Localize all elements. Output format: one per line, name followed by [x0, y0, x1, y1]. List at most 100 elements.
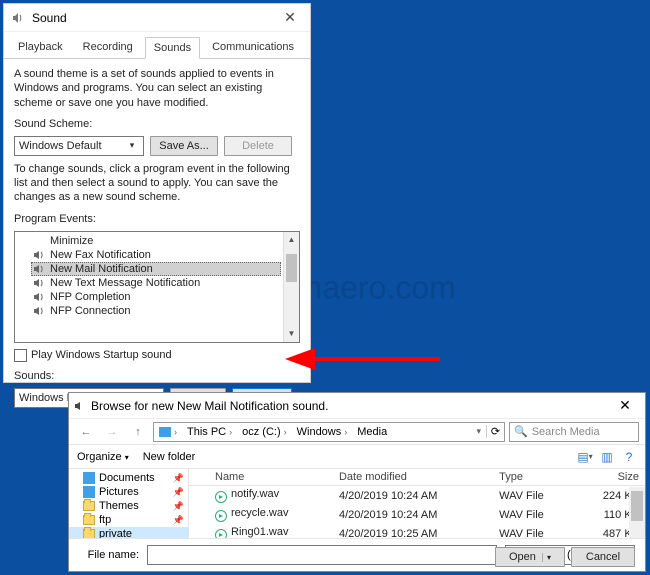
program-event-item[interactable]: New Fax Notification: [31, 248, 281, 262]
nav-back-button[interactable]: ←: [75, 421, 97, 443]
program-events-list[interactable]: Minimize New Fax Notification New Mail Not…: [14, 231, 300, 343]
program-event-label: New Mail Notification: [50, 263, 153, 275]
program-event-item[interactable]: NFP Completion: [31, 290, 281, 304]
scroll-up-icon[interactable]: ▲: [284, 232, 299, 248]
open-button[interactable]: Open ▾: [495, 547, 565, 567]
sound-change-hint: To change sounds, click a program event …: [14, 162, 300, 205]
nav-item[interactable]: Documents 📌: [69, 471, 188, 485]
nav-item-label: private: [99, 528, 132, 538]
scroll-thumb[interactable]: [631, 491, 643, 521]
filename-input[interactable]: [147, 545, 497, 565]
nav-item[interactable]: Themes 📌: [69, 499, 188, 513]
tab-communications[interactable]: Communications: [204, 37, 302, 59]
preview-pane-icon[interactable]: ▥: [599, 449, 615, 465]
search-icon: 🔍: [514, 425, 528, 438]
sound-window-title: Sound: [32, 11, 270, 25]
organize-menu[interactable]: Organize ▾: [77, 451, 129, 463]
tab-playback[interactable]: Playback: [10, 37, 71, 59]
breadcrumb[interactable]: › This PC› ocz (C:)› Windows› Media ▾ ⟳: [153, 422, 505, 442]
breadcrumb-seg[interactable]: Media: [352, 426, 392, 438]
tab-recording[interactable]: Recording: [75, 37, 141, 59]
breadcrumb-seg[interactable]: ocz (C:)›: [237, 426, 292, 438]
breadcrumb-seg[interactable]: This PC›: [182, 426, 237, 438]
file-open-dialog: Browse for new New Mail Notification sou…: [68, 392, 646, 572]
events-scrollbar[interactable]: ▲ ▼: [283, 232, 299, 342]
program-event-label: New Fax Notification: [50, 249, 151, 261]
program-event-label: New Text Message Notification: [50, 277, 200, 289]
nav-item[interactable]: Pictures📌: [69, 485, 188, 499]
sound-tabstrip: Playback Recording Sounds Communications: [4, 32, 310, 59]
play-startup-checkbox[interactable]: [14, 349, 27, 362]
file-row[interactable]: notify.wav4/20/2019 10:24 AMWAV File224 …: [189, 486, 645, 506]
doc-icon: [83, 472, 95, 484]
sound-scheme-combo[interactable]: Windows Default ▾: [14, 136, 144, 156]
wav-file-icon: [215, 510, 227, 522]
nav-item-label: Themes: [99, 500, 139, 512]
program-event-item[interactable]: Minimize: [31, 234, 281, 248]
nav-forward-button: →: [101, 421, 123, 443]
wav-file-icon: [215, 529, 227, 538]
chevron-down-icon: ▾: [125, 140, 139, 151]
col-type[interactable]: Type: [493, 469, 575, 486]
file-row[interactable]: recycle.wav4/20/2019 10:24 AMWAV File110…: [189, 505, 645, 524]
sound-event-icon: [33, 291, 45, 303]
scroll-down-icon[interactable]: ▼: [284, 326, 299, 342]
folder-icon: [83, 501, 95, 511]
sound-titlebar: Sound ✕: [4, 4, 310, 32]
search-placeholder: Search Media: [532, 426, 600, 438]
file-dialog-navbar: ← → ↑ › This PC› ocz (C:)› Windows› Medi…: [69, 419, 645, 445]
program-events-label: Program Events:: [14, 213, 300, 225]
file-dialog-toolbar: Organize ▾ New folder ▤▾ ▥ ?: [69, 445, 645, 469]
view-options-icon[interactable]: ▤▾: [577, 449, 593, 465]
program-event-label: NFP Connection: [50, 305, 131, 317]
sounds-label: Sounds:: [14, 370, 300, 382]
cancel-button[interactable]: Cancel: [571, 547, 635, 567]
close-icon[interactable]: ✕: [605, 393, 645, 419]
col-date[interactable]: Date modified: [333, 469, 493, 486]
program-event-label: Minimize: [50, 235, 93, 247]
speaker-icon: [69, 400, 89, 412]
navigation-pane[interactable]: Documents📌Pictures📌Themes📌ftp📌privateScr…: [69, 469, 189, 538]
pic-icon: [83, 486, 95, 498]
save-as-button[interactable]: Save As...: [150, 136, 218, 156]
nav-item-label: Documents: [99, 472, 155, 484]
folder-icon: [83, 515, 95, 525]
new-folder-button[interactable]: New folder: [143, 451, 196, 463]
pin-icon: 📌: [173, 515, 184, 526]
col-size[interactable]: Size: [575, 469, 645, 486]
refresh-icon[interactable]: ⟳: [486, 425, 504, 438]
nav-item[interactable]: private: [69, 527, 188, 538]
nav-item[interactable]: ftp 📌: [69, 513, 188, 527]
scroll-thumb[interactable]: [286, 254, 297, 282]
pin-icon: 📌: [173, 501, 184, 512]
nav-item-label: ftp: [99, 514, 111, 526]
breadcrumb-chevron-icon[interactable]: ▾: [471, 426, 486, 437]
breadcrumb-root-icon[interactable]: ›: [154, 427, 182, 437]
program-event-label: NFP Completion: [50, 291, 131, 303]
nav-item-label: Pictures: [99, 486, 139, 498]
tab-sounds[interactable]: Sounds: [145, 37, 200, 59]
file-dialog-title: Browse for new New Mail Notification sou…: [89, 399, 605, 413]
search-input[interactable]: 🔍 Search Media: [509, 422, 639, 442]
play-startup-label: Play Windows Startup sound: [31, 349, 172, 361]
pin-icon: 📌: [173, 473, 184, 484]
close-icon[interactable]: ✕: [270, 4, 310, 32]
file-row[interactable]: Ring01.wav4/20/2019 10:25 AMWAV File487 …: [189, 524, 645, 538]
sound-event-icon: [33, 263, 45, 275]
breadcrumb-seg[interactable]: Windows›: [292, 426, 353, 438]
folder-icon: [83, 529, 95, 538]
sound-dialog: Sound ✕ Playback Recording Sounds Commun…: [3, 3, 311, 383]
program-event-item[interactable]: New Text Message Notification: [31, 276, 281, 290]
help-icon[interactable]: ?: [621, 449, 637, 465]
col-name[interactable]: Name: [209, 469, 333, 486]
program-event-item[interactable]: New Mail Notification: [31, 262, 281, 276]
filelist-scrollbar[interactable]: [629, 487, 645, 538]
wav-file-icon: [215, 491, 227, 503]
sound-event-icon: [33, 249, 45, 261]
sound-event-icon: [33, 277, 45, 289]
nav-up-button[interactable]: ↑: [127, 421, 149, 443]
program-event-item[interactable]: NFP Connection: [31, 304, 281, 318]
file-list[interactable]: Name Date modified Type Size notify.wav4…: [189, 469, 645, 538]
sound-theme-description: A sound theme is a set of sounds applied…: [14, 67, 300, 110]
sound-event-icon: [33, 305, 45, 317]
